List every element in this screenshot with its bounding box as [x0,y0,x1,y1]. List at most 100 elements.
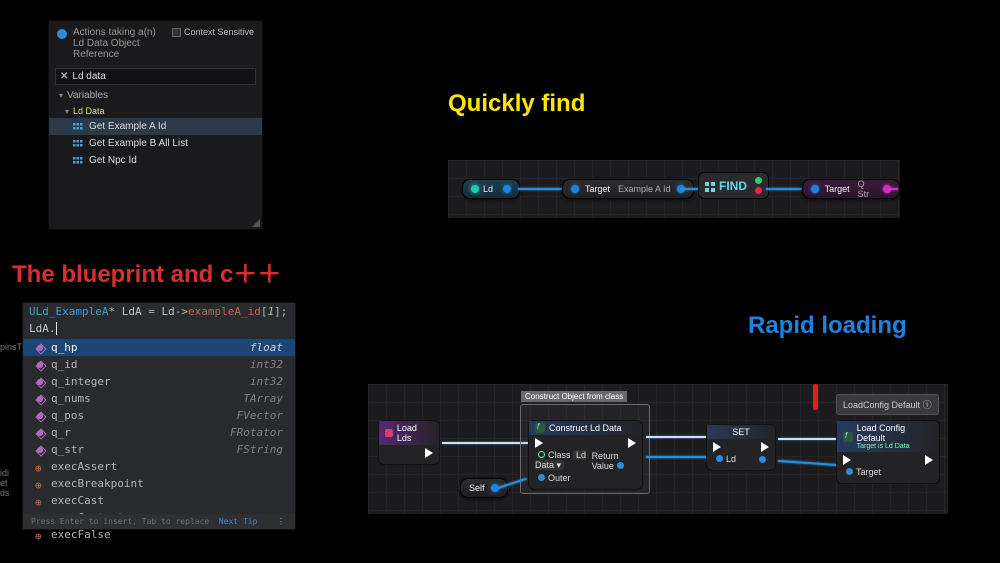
clear-search-icon[interactable]: ✕ [60,71,68,82]
completion-name: q_integer [51,375,111,388]
pill-label: Ld [483,184,493,194]
autocomplete-item[interactable]: q_rFRotator [23,424,295,441]
code-line[interactable]: LdA. [23,320,295,337]
pill-target-example[interactable]: Target Example A Id [562,179,694,199]
autocomplete-item[interactable]: q_posFVector [23,407,295,424]
autocomplete-item[interactable]: q_numsTArray [23,390,295,407]
pin-in-icon[interactable] [538,451,545,458]
pill-sub-label: Example A Id [618,184,671,194]
resize-handle-icon[interactable] [250,217,260,227]
autocomplete-list[interactable]: q_hpfloatq_idint32q_integerint32q_numsTA… [23,339,295,543]
exec-out-pin-icon[interactable] [628,438,636,448]
search-input[interactable]: Ld data [72,71,105,82]
completion-name: q_r [51,426,71,439]
pill-label: Target [825,184,850,194]
next-tip-link[interactable]: Next Tip [219,517,258,526]
exec-in-pin-icon[interactable] [535,438,543,448]
exec-out-pin-icon[interactable] [761,442,769,452]
pin-out-icon[interactable] [759,456,766,463]
find-node[interactable]: FIND [698,172,769,199]
completion-name: q_hp [51,341,78,354]
autocomplete-item[interactable]: q_integerint32 [23,373,295,390]
blueprint-graph-find[interactable]: Ld Target Example A Id FIND Target Q Str [448,160,900,218]
pin-label: Outer [548,473,571,483]
pin-in-icon[interactable] [811,185,819,193]
context-menu-header: Actions taking a(n) Ld Data Object Refer… [49,21,262,66]
tooltip-loadconfig: LoadConfig Default ⓘ [836,394,939,415]
exec-in-pin-icon[interactable] [843,455,851,465]
field-icon [35,360,45,370]
autocomplete-item[interactable]: execCast [23,492,295,509]
pill-sub-label: Q Str [858,179,878,199]
completion-name: execCast [51,494,104,507]
pin-out-icon[interactable] [755,187,762,194]
field-icon [35,377,45,387]
pin-in-icon[interactable] [571,185,579,193]
node-subtitle: Target is Ld Data [857,443,933,450]
blueprint-context-menu[interactable]: Actions taking a(n) Ld Data Object Refer… [48,20,263,230]
autocomplete-item[interactable]: execBreakpoint [23,475,295,492]
subcategory-ld-data[interactable]: Ld Data [49,104,262,118]
completion-name: execAssert [51,460,117,473]
object-pin-icon [57,29,67,39]
autocomplete-item[interactable]: q_strFString [23,441,295,458]
exec-out-pin-icon[interactable] [925,455,933,465]
autocomplete-item[interactable]: q_idint32 [23,356,295,373]
node-load-config-default[interactable]: Load Config Default Target is Ld Data Ta… [836,420,940,484]
pill-label: Target [585,184,610,194]
code-editor-popup[interactable]: ULd_ExampleA* LdA = Ld->exampleA_id[1]; … [22,302,296,530]
context-menu-item[interactable]: Get Example A Id [49,118,262,135]
node-header: Load Lds [379,421,439,445]
pin-in-icon[interactable] [716,455,723,462]
pager-dots-icon[interactable]: ⋮ [277,517,287,526]
context-menu-item[interactable]: Get Npc Id [49,152,262,169]
category-variables[interactable]: Variables [49,87,262,104]
array-grid-icon [705,181,715,191]
variable-grid-icon [73,123,83,131]
autocomplete-item[interactable]: q_hpfloat [23,339,295,356]
find-label: FIND [719,179,747,193]
context-sensitive-toggle[interactable]: Context Sensitive [172,27,254,37]
method-icon [35,496,45,506]
event-load-lds[interactable]: Load Lds [378,420,440,465]
red-annotation-mark [813,384,818,410]
heading-rapid-loading: Rapid loading [748,312,907,340]
pin-label: Target [856,467,881,477]
node-construct-ld-data[interactable]: Construct Ld Data Class Ld Data ▾ Return… [528,420,643,490]
node-header: Load Config Default Target is Ld Data [837,421,939,452]
exec-out-pin-icon[interactable] [425,448,433,458]
method-icon [35,462,45,472]
heading-quickly-find: Quickly find [448,90,585,118]
function-icon [843,432,853,442]
exec-in-pin-icon[interactable] [713,442,721,452]
pin-in-icon[interactable] [538,474,545,481]
checkbox-icon [172,28,181,37]
field-icon [35,445,45,455]
variable-grid-icon [73,140,83,148]
pin-out-icon[interactable] [755,177,762,184]
event-icon [385,429,393,437]
completion-name: execBreakpoint [51,477,144,490]
completion-type: FString [237,443,283,456]
blueprint-graph-load[interactable]: Load Lds Construct Object from class Con… [368,384,948,514]
completion-type: int32 [250,358,283,371]
pin-out-icon[interactable] [617,462,624,469]
field-icon [35,394,45,404]
pill-ld[interactable]: Ld [462,179,520,199]
menu-item-label: Get Example A Id [89,121,166,132]
pin-out-icon[interactable] [471,185,479,193]
menu-item-label: Get Npc Id [89,155,137,166]
pin-in-icon[interactable] [846,468,853,475]
find-pins [755,177,762,194]
menu-item-label: Get Example B All List [89,138,188,149]
context-menu-search[interactable]: ✕ Ld data [55,68,256,85]
autocomplete-item[interactable]: execAssert [23,458,295,475]
pin-out-icon[interactable] [503,185,511,193]
function-icon [535,423,545,433]
method-icon [35,530,45,540]
node-set[interactable]: SET Ld [706,424,776,471]
completion-name: execFalse [51,528,111,541]
pin-label: Return Value [592,451,619,471]
completion-name: q_nums [51,392,91,405]
context-menu-item[interactable]: Get Example B All List [49,135,262,152]
